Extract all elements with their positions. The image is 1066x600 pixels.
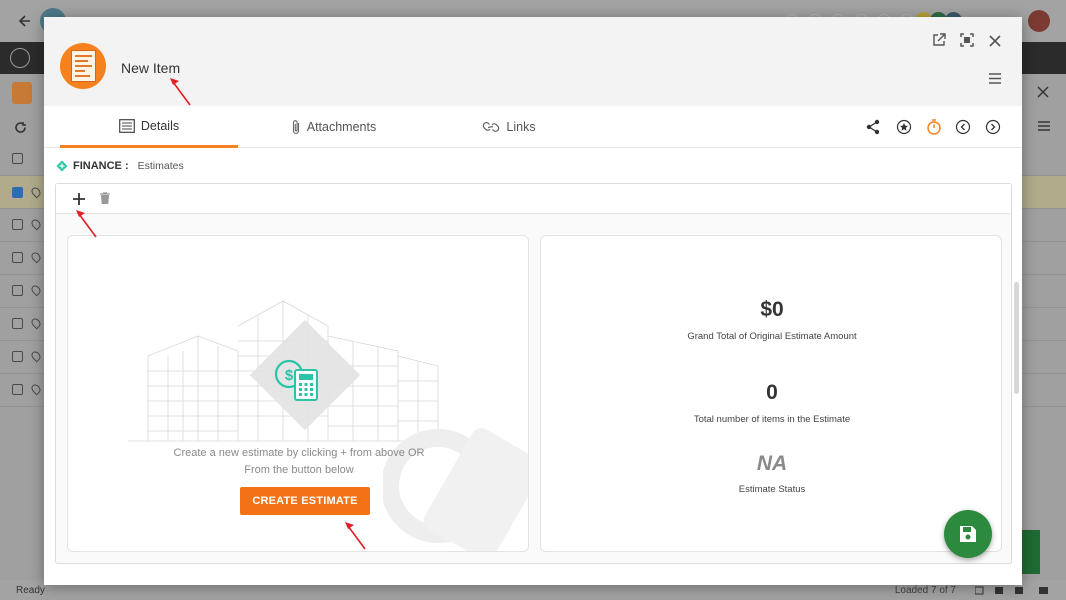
row-checkbox: [12, 219, 23, 230]
svg-text:$: $: [285, 367, 294, 384]
link-icon: [483, 122, 500, 132]
finance-icon: [56, 160, 68, 172]
fullscreen-icon[interactable]: [958, 33, 976, 51]
empty-state-line-1: Create a new estimate by clicking + from…: [173, 447, 425, 459]
app-icon: [10, 48, 30, 68]
module-icon: [12, 82, 32, 104]
open-external-icon[interactable]: [930, 33, 948, 51]
close-icon[interactable]: [986, 33, 1004, 51]
details-icon: [118, 118, 135, 133]
save-icon: [960, 526, 976, 542]
modal-header: New Item: [44, 17, 1022, 106]
empty-state-line-2: From the button below: [244, 464, 354, 476]
timer-icon[interactable]: [925, 118, 943, 136]
row-checkbox: [12, 351, 23, 362]
status-ready: Ready: [16, 585, 45, 596]
estimates-panel: $ Create a new estimate by clicking + fr…: [55, 183, 1012, 564]
row-checkbox: [12, 384, 23, 395]
row-checkbox: [12, 318, 23, 329]
panel-toolbar: [56, 184, 1011, 214]
item-count-label: Total number of items in the Estimate: [693, 414, 851, 425]
close-icon: [1037, 86, 1049, 98]
scrollbar[interactable]: [1014, 282, 1019, 394]
tab-links[interactable]: Links: [454, 106, 564, 148]
status-loaded-count: Loaded 7 of 7: [894, 585, 956, 596]
row-checkbox: [12, 153, 23, 164]
breadcrumb-module: FINANCE :: [73, 160, 129, 172]
estimate-calculator-icon: $: [274, 359, 318, 401]
tab-attachments[interactable]: Attachments: [264, 106, 404, 148]
row-checkbox: [12, 285, 23, 296]
breadcrumb-section[interactable]: Estimates: [138, 160, 184, 172]
new-item-modal: New Item Details Attachments Links FINAN…: [44, 17, 1022, 585]
tab-attachments-label: Attachments: [306, 120, 377, 134]
modal-title: New Item: [121, 60, 181, 76]
estimate-summary-card: $0 Grand Total of Original Estimate Amou…: [540, 235, 1002, 552]
menu-icon[interactable]: [986, 70, 1004, 88]
daily-report-logo-icon: [60, 43, 106, 89]
watermark-icon: [383, 428, 528, 551]
menu-icon: [1038, 121, 1050, 131]
paperclip-icon: [292, 120, 299, 135]
create-estimate-button[interactable]: CREATE ESTIMATE: [240, 487, 370, 515]
grand-total-value: $0: [760, 298, 784, 321]
row-checkbox: [12, 252, 23, 263]
breadcrumb: FINANCE : Estimates: [56, 159, 184, 173]
refresh-icon: [15, 122, 26, 133]
tab-details-label: Details: [140, 118, 180, 133]
next-icon[interactable]: [984, 118, 1002, 136]
star-icon[interactable]: [895, 118, 913, 136]
tab-bar: Details Attachments Links: [44, 106, 1022, 148]
tab-links-label: Links: [506, 120, 536, 134]
row-checkbox: [12, 187, 23, 198]
tab-details[interactable]: Details: [60, 106, 238, 148]
status-icons: [975, 586, 1048, 595]
grand-total-label: Grand Total of Original Estimate Amount: [687, 331, 857, 342]
save-button[interactable]: [944, 510, 992, 558]
empty-state-card: $ Create a new estimate by clicking + fr…: [67, 235, 529, 552]
prev-icon[interactable]: [954, 118, 972, 136]
profile-avatar: [1028, 10, 1050, 32]
item-count-value: 0: [766, 381, 778, 404]
share-icon[interactable]: [864, 118, 882, 136]
delete-icon[interactable]: [96, 190, 114, 208]
add-icon[interactable]: [70, 190, 88, 208]
estimate-status-value: NA: [756, 452, 788, 475]
estimate-status-label: Estimate Status: [738, 484, 806, 495]
back-icon: [18, 15, 30, 27]
